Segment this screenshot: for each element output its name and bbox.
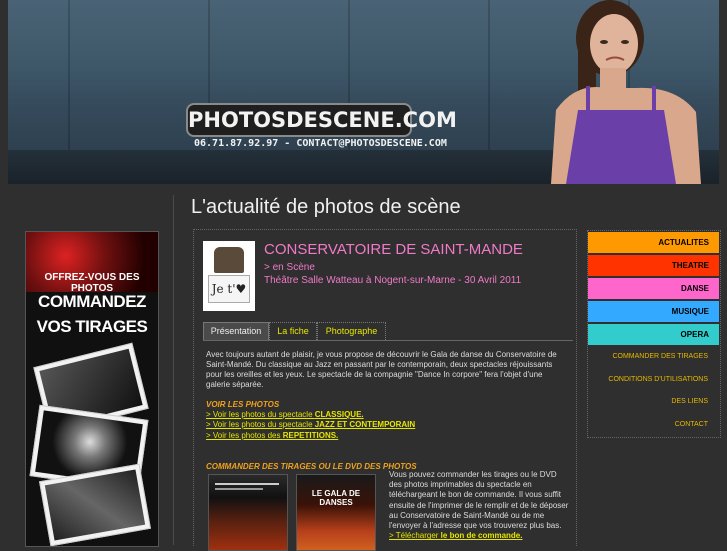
article-title[interactable]: CONSERVATOIRE DE SAINT-MANDE — [264, 241, 523, 258]
dvd-title: LE GALA DE DANSES — [311, 489, 361, 507]
header-contact: 06.71.87.92.97 - CONTACT@PHOTOSDESCENE.C… — [194, 138, 447, 149]
nav-opera[interactable]: OPERA — [588, 324, 719, 345]
download-order-form-link[interactable]: > Télécharger le bon de commande. — [389, 531, 522, 540]
order-text: Vous pouvez commander les tirages ou le … — [389, 470, 569, 541]
nav-theatre[interactable]: THEATRE — [588, 255, 719, 276]
header-performer-image — [551, 0, 701, 184]
tab-photographe[interactable]: Photographe — [317, 322, 386, 340]
link-repetitions-prefix: > Voir les photos des — [206, 431, 283, 440]
thumbnail-face — [214, 247, 244, 273]
nav-danse[interactable]: DANSE — [588, 278, 719, 299]
order-heading: COMMANDER DES TIRAGES OU LE DVD DES PHOT… — [206, 462, 417, 471]
column-divider — [173, 195, 174, 545]
right-nav: ACTUALITES THEATRE DANSE MUSIQUE OPERA C… — [587, 230, 721, 438]
nav-conditions[interactable]: CONDITIONS D'UTILISATIONS — [588, 373, 719, 387]
nav-contact[interactable]: CONTACT — [588, 418, 719, 432]
nav-commander-tirages[interactable]: COMMANDER DES TIRAGES — [588, 350, 719, 364]
link-repetitions[interactable]: > Voir les photos des REPETITIONS. — [206, 431, 338, 440]
dvd-cover-1[interactable] — [208, 474, 288, 551]
link-classique-bold: CLASSIQUE. — [314, 410, 364, 419]
site-header: PHOTOSDESCENE.COM 06.71.87.92.97 - CONTA… — [8, 0, 719, 184]
nav-liens[interactable]: DES LIENS — [588, 395, 719, 409]
nav-actualites[interactable]: ACTUALITES — [588, 232, 719, 253]
banner-tagline: OFFREZ-VOUS DES PHOTOS — [44, 272, 140, 294]
tab-presentation[interactable]: Présentation — [203, 322, 269, 340]
site-logo[interactable]: PHOTOSDESCENE.COM — [186, 103, 457, 137]
tab-la-fiche[interactable]: La fiche — [269, 322, 317, 340]
article-category: > en Scène — [264, 262, 315, 273]
link-classique-prefix: > Voir les photos du spectacle — [206, 410, 315, 419]
order-prints-banner[interactable]: OFFREZ-VOUS DES PHOTOS COMMANDEZ VOS TIR… — [25, 231, 159, 547]
banner-headline-1: COMMANDEZ — [38, 292, 146, 311]
tab-underline — [203, 340, 573, 341]
article-panel: Je t'♥ CONSERVATOIRE DE SAINT-MANDE > en… — [193, 229, 577, 551]
download-link-prefix: > Télécharger — [389, 531, 441, 541]
link-repetitions-bold: REPETITIONS. — [282, 431, 339, 440]
link-jazz-bold: JAZZ ET CONTEMPORAIN — [314, 420, 416, 429]
thumbnail-sign: Je t'♥ — [208, 275, 250, 303]
photos-heading: VOIR LES PHOTOS — [206, 400, 280, 409]
article-venue: Théâtre Salle Watteau à Nogent-sur-Marne… — [264, 275, 522, 286]
article-thumbnail[interactable]: Je t'♥ — [203, 241, 255, 311]
nav-musique[interactable]: MUSIQUE — [588, 301, 719, 322]
link-classique[interactable]: > Voir les photos du spectacle CLASSIQUE… — [206, 410, 364, 419]
page-title: L'actualité de photos de scène — [191, 196, 461, 218]
order-paragraph: Vous pouvez commander les tirages ou le … — [389, 470, 569, 531]
dvd-cover-2[interactable]: LE GALA DE DANSES — [296, 474, 376, 551]
download-link-bold: le bon de commande. — [440, 531, 523, 541]
link-jazz-prefix: > Voir les photos du spectacle — [206, 420, 315, 429]
article-intro: Avec toujours autant de plaisir, je vous… — [206, 350, 557, 389]
site-logo-text: PHOTOSDESCENE.COM — [188, 108, 457, 132]
link-jazz[interactable]: > Voir les photos du spectacle JAZZ ET C… — [206, 420, 415, 429]
banner-headline-2: VOS TIRAGES — [36, 317, 148, 336]
